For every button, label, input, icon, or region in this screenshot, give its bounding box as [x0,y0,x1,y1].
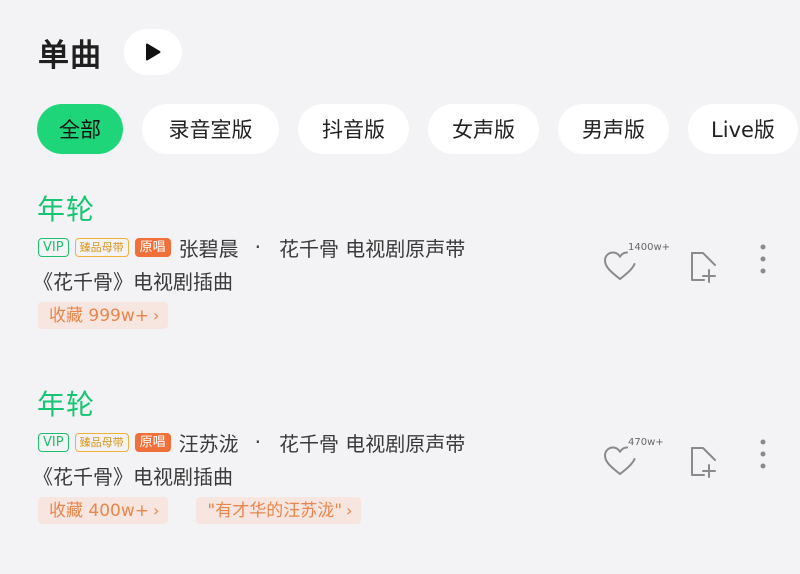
heart-icon [604,446,636,475]
filter-chip-all[interactable]: 全部 [37,104,123,154]
tag-label: "有才华的汪苏泷" [207,501,343,521]
master-quality-badge: 臻品母带 [74,237,129,257]
like-count: 1400w+ [628,242,671,253]
song-item[interactable]: 年轮 VIP 臻品母带 原唱 张碧晨 · 花千骨 电视剧原声带 《花千骨》电视剧… [33,192,800,329]
song-actions: 470w+ [603,437,770,478]
section-title: 单曲 [38,37,102,74]
chevron-right-icon: › [153,501,160,520]
more-vertical-icon [760,244,766,274]
add-to-playlist-button[interactable] [689,437,721,478]
filter-chip-douyin[interactable]: 抖音版 [298,104,409,154]
original-singer-badge: 原唱 [134,237,171,257]
filter-chip-live[interactable]: Live版 [688,104,798,154]
song-title: 年轮 [37,193,96,226]
song-title: 年轮 [37,388,96,421]
tag-label: 收藏 400w+ [49,501,149,521]
master-quality-badge: 臻品母带 [74,432,129,452]
artist-quote-tag[interactable]: "有才华的汪苏泷" › [196,497,362,524]
filter-chips: 全部 录音室版 抖音版 女声版 男声版 Live版 [37,104,798,154]
vip-badge: VIP [38,237,69,257]
chevron-right-icon: › [153,306,160,325]
song-tags: 收藏 999w+ › [38,302,800,329]
section-header: 单曲 [38,28,182,76]
more-options-button[interactable] [756,437,770,477]
filter-chip-female[interactable]: 女声版 [428,104,539,154]
song-artist[interactable]: 张碧晨 [179,233,239,262]
like-button[interactable]: 1400w+ [603,242,675,282]
like-button[interactable]: 470w+ [603,437,675,477]
meta-separator: · [254,430,261,454]
add-to-playlist-icon [691,447,716,478]
tag-label: 收藏 999w+ [49,306,149,326]
more-vertical-icon [760,439,766,469]
filter-chip-male[interactable]: 男声版 [558,104,669,154]
song-album[interactable]: 花千骨 电视剧原声带 [279,233,465,262]
song-actions: 1400w+ [603,242,770,283]
like-count: 470w+ [628,437,664,448]
play-icon [146,43,161,61]
heart-icon [604,251,636,280]
original-singer-badge: 原唱 [134,432,171,452]
song-tags: 收藏 400w+ › "有才华的汪苏泷" › [38,497,800,524]
song-artist[interactable]: 汪苏泷 [179,428,239,457]
favorites-tag[interactable]: 收藏 400w+ › [38,497,169,524]
vip-badge: VIP [38,432,69,452]
play-all-button[interactable] [124,29,182,75]
song-album[interactable]: 花千骨 电视剧原声带 [279,428,465,457]
add-to-playlist-button[interactable] [689,242,721,283]
add-to-playlist-icon [691,252,716,283]
more-options-button[interactable] [756,242,770,282]
filter-chip-studio[interactable]: 录音室版 [142,104,279,154]
favorites-tag[interactable]: 收藏 999w+ › [38,302,169,329]
meta-separator: · [254,235,261,259]
song-item[interactable]: 年轮 VIP 臻品母带 原唱 汪苏泷 · 花千骨 电视剧原声带 《花千骨》电视剧… [33,387,800,524]
chevron-right-icon: › [346,501,353,520]
